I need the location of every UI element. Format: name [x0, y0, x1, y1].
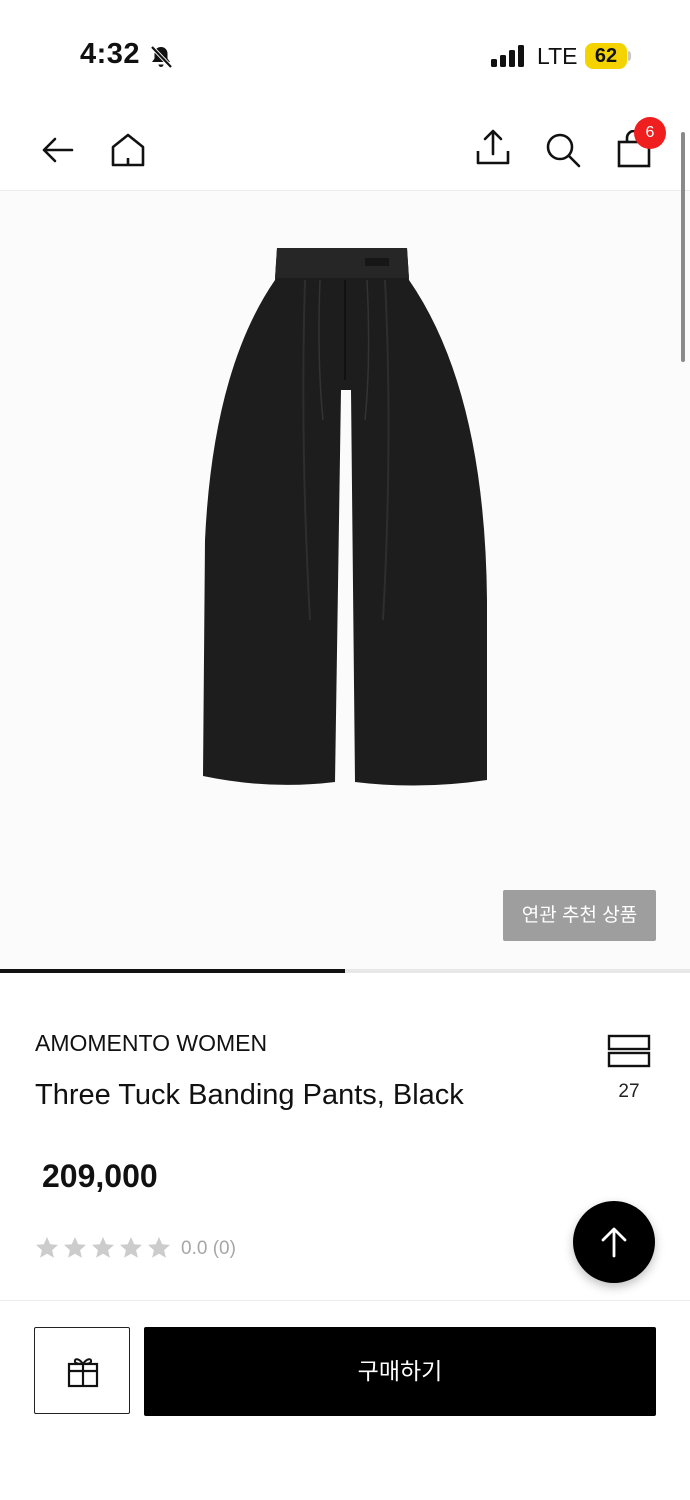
star-icon [148, 1237, 170, 1258]
gift-button[interactable] [34, 1327, 130, 1414]
scroll-to-top-button[interactable] [573, 1201, 655, 1283]
share-icon[interactable] [473, 128, 513, 168]
wishlist-count: 27 [618, 1081, 640, 1102]
star-icon [36, 1237, 58, 1258]
cart-count-badge: 6 [634, 117, 666, 149]
star-icon [64, 1237, 86, 1258]
star-icon [92, 1237, 114, 1258]
gift-icon [67, 1358, 99, 1388]
search-icon[interactable] [543, 130, 583, 170]
home-icon[interactable] [108, 130, 148, 170]
status-time: 4:32 [80, 38, 141, 70]
battery-icon: 62 [585, 43, 631, 69]
wishlist-icon[interactable] [607, 1034, 651, 1068]
rating-stars [36, 1237, 170, 1258]
page-scrollbar[interactable] [681, 132, 685, 362]
network-type: LTE [537, 43, 578, 69]
star-icon [120, 1237, 142, 1258]
battery-level: 62 [594, 45, 618, 67]
bottom-bar-divider [0, 1300, 690, 1301]
product-price: 209,000 [42, 1158, 158, 1194]
image-progress-fill [0, 969, 345, 973]
signal-bars-icon [491, 45, 524, 67]
rating-text[interactable]: 0.0 (0) [181, 1238, 236, 1260]
related-products-button[interactable]: 연관 추천 상품 [503, 890, 656, 941]
arrow-up-icon [601, 1227, 627, 1258]
buy-button[interactable]: 구매하기 [144, 1327, 656, 1416]
product-image [203, 248, 487, 786]
brand-name[interactable]: AMOMENTO WOMEN [35, 1030, 267, 1057]
bell-slash-icon [150, 45, 173, 69]
product-title: Three Tuck Banding Pants, Black [35, 1079, 464, 1111]
back-arrow-icon[interactable] [38, 130, 78, 170]
